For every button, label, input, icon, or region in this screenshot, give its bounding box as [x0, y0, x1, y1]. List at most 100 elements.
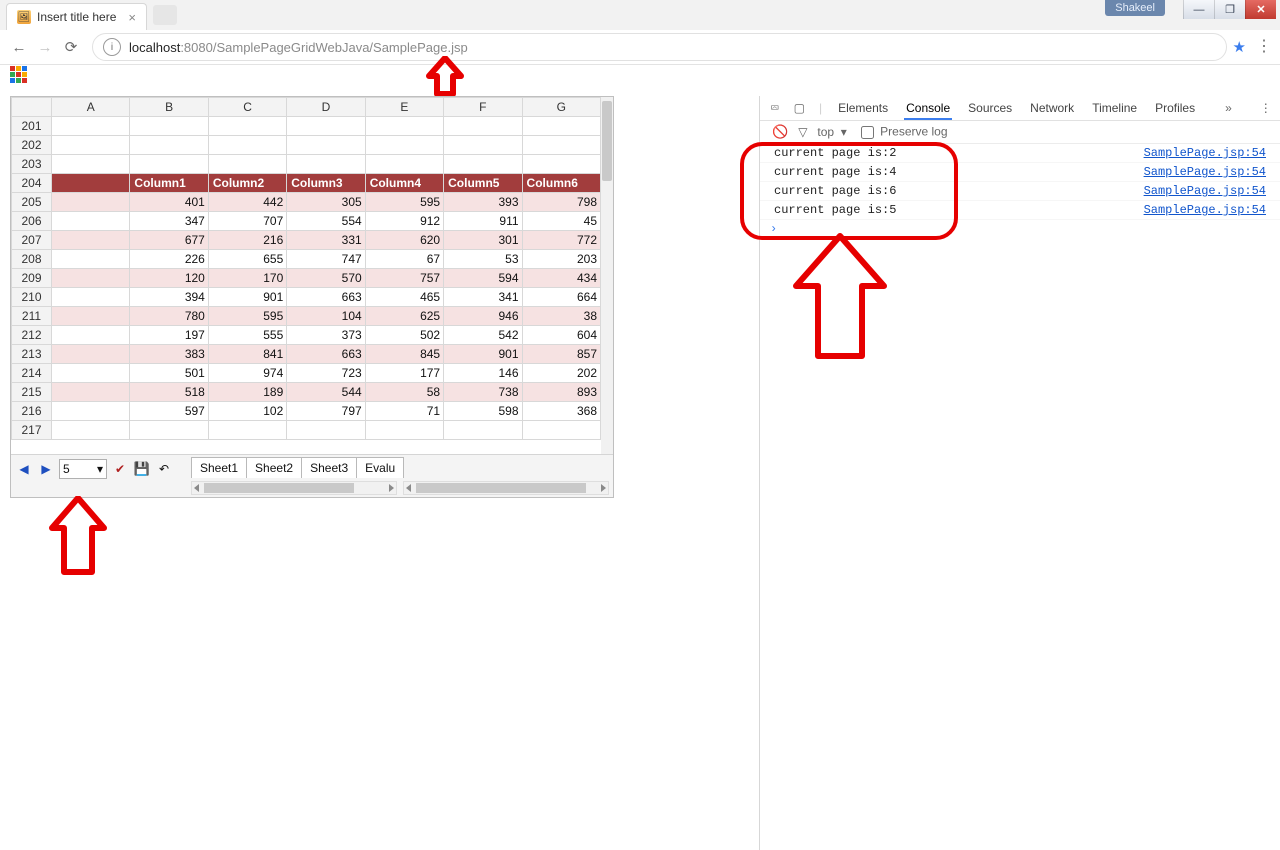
data-cell[interactable]: 594: [444, 269, 522, 288]
data-cell[interactable]: 780: [130, 307, 208, 326]
row-header[interactable]: 212: [12, 326, 52, 345]
row-header[interactable]: 201: [12, 117, 52, 136]
data-cell[interactable]: 542: [444, 326, 522, 345]
row-header[interactable]: 206: [12, 212, 52, 231]
data-column-header[interactable]: Column3: [287, 174, 365, 193]
chrome-menu-button[interactable]: ⋮: [1256, 44, 1272, 50]
console-scope[interactable]: top ▾: [817, 125, 846, 139]
data-cell[interactable]: 216: [208, 231, 286, 250]
data-cell[interactable]: 170: [208, 269, 286, 288]
prev-page-button[interactable]: ◀: [15, 460, 33, 478]
data-cell[interactable]: 368: [522, 402, 600, 421]
data-cell[interactable]: 798: [522, 193, 600, 212]
devtools-tab[interactable]: Elements: [836, 98, 890, 118]
row-header[interactable]: 209: [12, 269, 52, 288]
data-cell[interactable]: 544: [287, 383, 365, 402]
data-cell[interactable]: 707: [208, 212, 286, 231]
data-cell[interactable]: 604: [522, 326, 600, 345]
row-header[interactable]: 207: [12, 231, 52, 250]
row-header[interactable]: 210: [12, 288, 52, 307]
row-header[interactable]: 203: [12, 155, 52, 174]
browser-tab[interactable]: 🖼 Insert title here ×: [6, 3, 147, 30]
next-page-button[interactable]: ▶: [37, 460, 55, 478]
sheet-tab[interactable]: Sheet2: [247, 457, 302, 478]
data-cell[interactable]: 570: [287, 269, 365, 288]
data-cell[interactable]: 664: [522, 288, 600, 307]
data-cell[interactable]: 197: [130, 326, 208, 345]
devtools-tab[interactable]: Profiles: [1153, 98, 1197, 118]
data-cell[interactable]: 595: [365, 193, 443, 212]
row-header[interactable]: 216: [12, 402, 52, 421]
data-cell[interactable]: 301: [444, 231, 522, 250]
sheet-tab[interactable]: Sheet3: [302, 457, 357, 478]
data-cell[interactable]: 555: [208, 326, 286, 345]
spreadsheet-table[interactable]: ABCDEFG 201202203204Column1Column2Column…: [11, 97, 601, 440]
console-source-link[interactable]: SamplePage.jsp:54: [1144, 165, 1266, 179]
data-cell[interactable]: 598: [444, 402, 522, 421]
device-toggle-icon[interactable]: ▢: [794, 101, 805, 115]
undo-button[interactable]: ↶: [155, 460, 173, 478]
inspect-element-icon[interactable]: ⮹: [770, 101, 780, 116]
data-cell[interactable]: 625: [365, 307, 443, 326]
column-header[interactable]: C: [208, 98, 286, 117]
data-column-header[interactable]: Column5: [444, 174, 522, 193]
data-cell[interactable]: 383: [130, 345, 208, 364]
data-cell[interactable]: 845: [365, 345, 443, 364]
data-cell[interactable]: 202: [522, 364, 600, 383]
data-cell[interactable]: 518: [130, 383, 208, 402]
row-header[interactable]: 215: [12, 383, 52, 402]
data-cell[interactable]: 53: [444, 250, 522, 269]
window-minimize-button[interactable]: —: [1183, 0, 1214, 19]
column-header[interactable]: A: [52, 98, 130, 117]
row-header[interactable]: 204: [12, 174, 52, 193]
back-button[interactable]: ←: [8, 36, 30, 58]
new-tab-button[interactable]: [153, 5, 177, 25]
data-cell[interactable]: 226: [130, 250, 208, 269]
console-source-link[interactable]: SamplePage.jsp:54: [1144, 203, 1266, 217]
data-cell[interactable]: 394: [130, 288, 208, 307]
data-cell[interactable]: 857: [522, 345, 600, 364]
row-header[interactable]: 217: [12, 421, 52, 440]
data-cell[interactable]: 841: [208, 345, 286, 364]
data-column-header[interactable]: Column4: [365, 174, 443, 193]
data-cell[interactable]: 797: [287, 402, 365, 421]
data-cell[interactable]: 595: [208, 307, 286, 326]
data-cell[interactable]: 912: [365, 212, 443, 231]
data-cell[interactable]: 331: [287, 231, 365, 250]
column-header[interactable]: D: [287, 98, 365, 117]
console-source-link[interactable]: SamplePage.jsp:54: [1144, 146, 1266, 160]
sheet-tab[interactable]: Sheet1: [191, 457, 247, 478]
data-cell[interactable]: 723: [287, 364, 365, 383]
data-cell[interactable]: 146: [444, 364, 522, 383]
apps-shortcut-icon[interactable]: [10, 66, 28, 84]
preserve-log-toggle[interactable]: Preserve log: [857, 123, 948, 142]
user-badge[interactable]: Shakeel: [1105, 0, 1165, 16]
row-header[interactable]: 211: [12, 307, 52, 326]
site-info-icon[interactable]: i: [103, 38, 121, 56]
address-bar[interactable]: i localhost:8080/SamplePageGridWebJava/S…: [92, 33, 1227, 61]
devtools-tab[interactable]: Timeline: [1090, 98, 1139, 118]
data-cell[interactable]: 502: [365, 326, 443, 345]
data-cell[interactable]: 747: [287, 250, 365, 269]
data-column-header[interactable]: Column1: [130, 174, 208, 193]
data-cell[interactable]: 911: [444, 212, 522, 231]
data-cell[interactable]: 401: [130, 193, 208, 212]
data-cell[interactable]: 434: [522, 269, 600, 288]
data-cell[interactable]: 554: [287, 212, 365, 231]
clear-console-icon[interactable]: 🚫: [772, 124, 788, 140]
data-cell[interactable]: 203: [522, 250, 600, 269]
console-source-link[interactable]: SamplePage.jsp:54: [1144, 184, 1266, 198]
window-close-button[interactable]: ✕: [1245, 0, 1276, 19]
filter-icon[interactable]: ▽: [798, 125, 807, 139]
tab-close-icon[interactable]: ×: [128, 10, 136, 25]
data-cell[interactable]: 373: [287, 326, 365, 345]
data-cell[interactable]: 67: [365, 250, 443, 269]
data-cell[interactable]: 620: [365, 231, 443, 250]
row-header[interactable]: 213: [12, 345, 52, 364]
column-header[interactable]: E: [365, 98, 443, 117]
data-cell[interactable]: 71: [365, 402, 443, 421]
data-cell[interactable]: 738: [444, 383, 522, 402]
data-column-header[interactable]: Column6: [522, 174, 600, 193]
horizontal-scrollbar-left[interactable]: [191, 481, 397, 495]
data-column-header[interactable]: Column2: [208, 174, 286, 193]
